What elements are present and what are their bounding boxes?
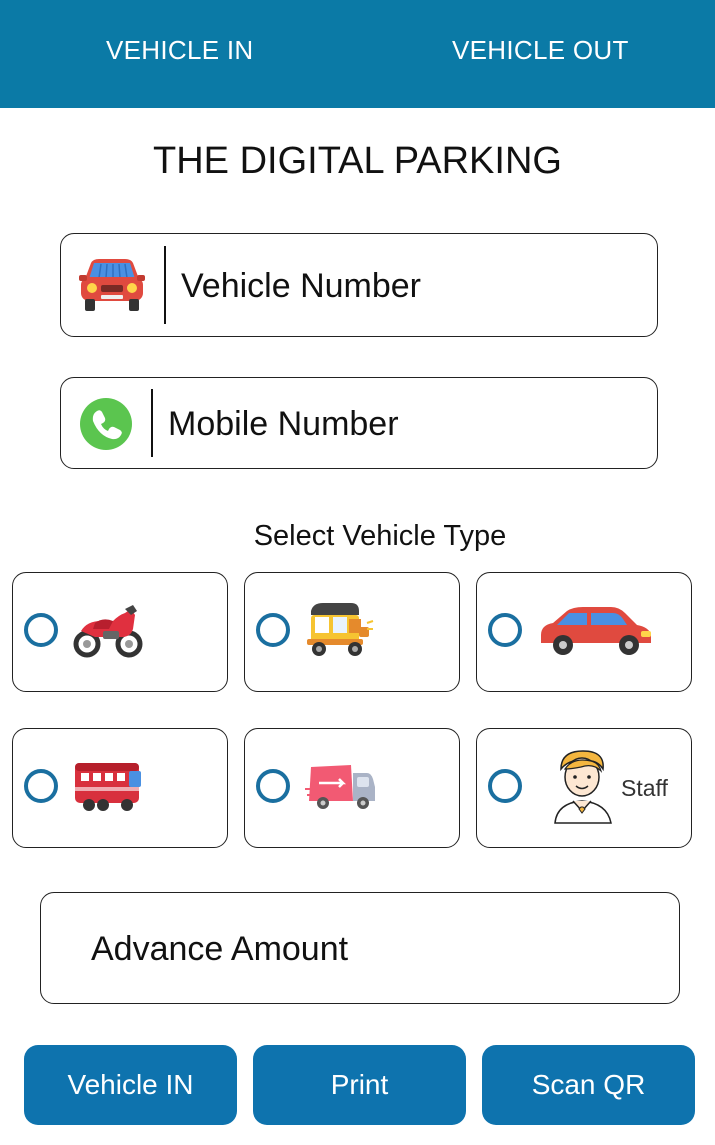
staff-label: Staff [621,775,668,801]
mobile-number-field [60,377,658,469]
scan-qr-button[interactable]: Scan QR [482,1045,695,1125]
car-icon [539,601,655,665]
vehicle-type-option-auto-rickshaw[interactable] [244,572,460,692]
vehicle-type-option-truck[interactable] [244,728,460,848]
auto-rickshaw-icon [305,601,375,663]
vehicle-type-option-staff[interactable]: Staff [476,728,692,848]
tab-vehicle-out[interactable]: VEHICLE OUT [452,0,629,100]
advance-amount-input[interactable] [91,921,651,977]
advance-amount-field [40,892,680,1004]
vehicle-number-field [60,233,658,337]
staff-person-icon [551,747,617,829]
top-navigation-bar: VEHICLE IN VEHICLE OUT [0,0,715,108]
radio-button[interactable] [488,769,522,803]
vehicle-type-option-bus[interactable] [12,728,228,848]
radio-button[interactable] [488,613,522,647]
radio-button[interactable] [24,769,58,803]
page-title: THE DIGITAL PARKING [153,140,562,182]
vehicle-type-option-motorcycle[interactable] [12,572,228,692]
vehicle-number-input[interactable] [181,258,641,314]
vehicle-type-option-car[interactable] [476,572,692,692]
radio-button[interactable] [256,769,290,803]
field-divider [151,389,153,457]
field-divider [164,246,166,324]
phone-icon [79,397,133,455]
vehicle-in-button[interactable]: Vehicle IN [24,1045,237,1125]
radio-button[interactable] [24,613,58,647]
print-button[interactable]: Print [253,1045,466,1125]
car-icon [79,257,145,317]
select-vehicle-type-label: Select Vehicle Type [253,520,507,552]
delivery-truck-icon [305,757,377,819]
mobile-number-input[interactable] [168,396,638,452]
tab-vehicle-in[interactable]: VEHICLE IN [106,0,254,100]
bus-icon [73,757,145,819]
motorcycle-icon [73,601,143,663]
radio-button[interactable] [256,613,290,647]
